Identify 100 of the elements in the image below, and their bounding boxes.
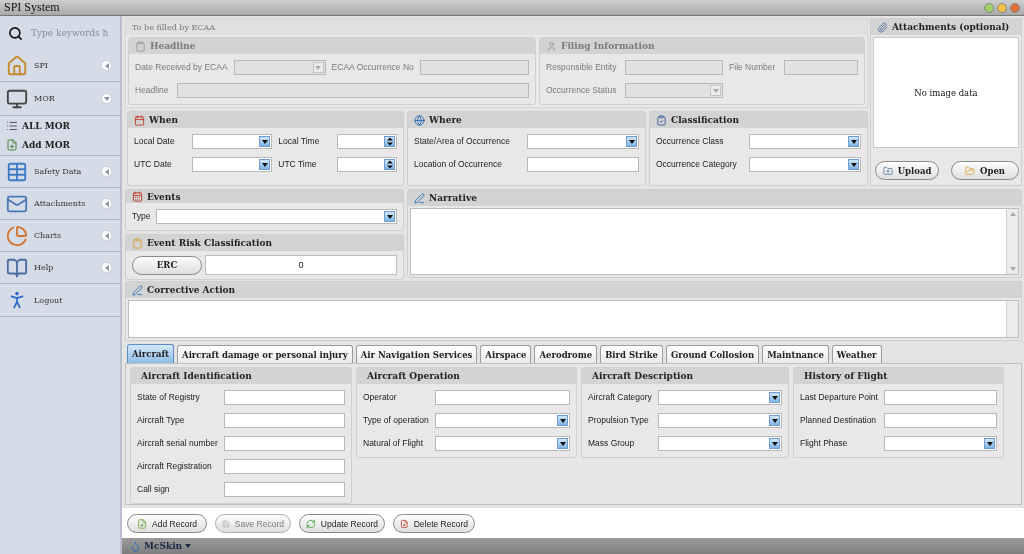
sidebar-item[interactable]: MOR (0, 82, 120, 116)
upload-button[interactable]: Upload (875, 161, 939, 180)
field-label: State/Area of Occurrence (414, 136, 511, 147)
field-label: Last Departure Point (800, 392, 878, 403)
sidebar-item[interactable]: Help (0, 252, 120, 284)
field-label: Local Time (278, 136, 321, 147)
text-field[interactable] (527, 157, 639, 172)
dropdown-arrow-icon (771, 417, 778, 424)
calendar-icon (132, 191, 143, 202)
dropdown-field[interactable] (883, 436, 997, 451)
panel-title: Event Risk Classification (147, 238, 272, 248)
tab[interactable]: Aircraft damage or personal injury (177, 345, 353, 363)
scroll-down-icon[interactable] (1009, 266, 1016, 272)
action-button[interactable]: Add Record (127, 514, 207, 533)
minimize-icon[interactable] (984, 2, 994, 13)
erc-button[interactable]: ERC (132, 255, 202, 275)
field-label: Type (132, 211, 151, 222)
value-field[interactable]: 0 (205, 255, 397, 275)
tab[interactable]: Airspace (480, 345, 532, 363)
scrollbar[interactable] (1006, 209, 1018, 274)
tab[interactable]: Maintnance (762, 345, 829, 363)
dropdown-field[interactable] (156, 209, 397, 224)
time-field[interactable] (337, 134, 397, 149)
panel-title: Corrective Action (147, 285, 236, 295)
text-field[interactable] (223, 436, 345, 451)
dropdown-field[interactable] (657, 436, 782, 451)
collapse-left-icon[interactable] (101, 262, 112, 273)
sidebar-item[interactable]: Logout (0, 284, 120, 317)
dropdown-arrow-icon (628, 138, 635, 145)
dropdown-field[interactable] (527, 134, 639, 149)
skin-menu[interactable]: McSkin (144, 541, 183, 551)
house-icon (6, 54, 28, 77)
sidebar-item[interactable]: Attachments (0, 188, 120, 220)
field-label: Occurrence Status (546, 85, 618, 96)
expand-down-icon[interactable] (101, 93, 112, 104)
text-field[interactable] (434, 390, 570, 405)
dropdown-arrow-icon (261, 161, 268, 168)
window-title: SPI System (4, 0, 60, 15)
field-label: Type of operation (363, 415, 429, 426)
text-field[interactable] (223, 390, 345, 405)
sidebar-subitem[interactable]: Add MOR (0, 135, 120, 156)
dropdown-field[interactable] (434, 413, 570, 428)
time-field[interactable] (337, 157, 397, 172)
action-button[interactable]: Delete Record (393, 514, 475, 533)
action-button[interactable]: Update Record (299, 514, 385, 533)
dropdown-field[interactable] (434, 436, 570, 451)
tab[interactable]: Bird Strike (600, 345, 663, 363)
collapse-left-icon[interactable] (101, 60, 112, 71)
panel-title: Narrative (429, 193, 477, 203)
sidebar-item[interactable]: Safety Data (0, 156, 120, 188)
search-icon[interactable] (8, 25, 23, 41)
calendar-icon (134, 114, 145, 126)
field-label: Date Received by ECAA (135, 62, 228, 73)
dropdown-field[interactable] (749, 134, 861, 149)
field-label: UTC Date (134, 159, 173, 170)
scrollbar[interactable] (1006, 301, 1018, 337)
dropdown-arrow-icon (986, 440, 993, 447)
text-field[interactable] (883, 413, 997, 428)
dropdown-field[interactable] (657, 390, 782, 405)
globe-icon (414, 114, 425, 126)
field-label: Planned Destination (800, 415, 878, 426)
text-field[interactable] (223, 413, 345, 428)
maximize-icon[interactable] (997, 2, 1007, 13)
book-icon (6, 256, 28, 279)
dropdown-arrow-icon (712, 87, 719, 94)
dropdown-field[interactable] (657, 413, 782, 428)
close-icon[interactable] (1010, 2, 1020, 13)
scroll-up-icon[interactable] (1009, 211, 1016, 217)
sidebar-item[interactable]: Charts (0, 220, 120, 252)
sidebar-item[interactable]: SPI (0, 50, 120, 82)
dropdown-arrow-icon (850, 138, 857, 145)
panel-header: Aircraft Identification (131, 368, 351, 384)
open-button[interactable]: Open (951, 161, 1019, 180)
tab[interactable]: Aircraft (127, 344, 175, 363)
tab[interactable]: Aerodrome (534, 345, 598, 363)
tab[interactable]: Ground Collosion (666, 345, 760, 363)
text-area[interactable] (410, 208, 1019, 275)
collapse-left-icon[interactable] (101, 166, 112, 177)
text-area[interactable] (128, 300, 1019, 338)
collapse-left-icon[interactable] (101, 198, 112, 209)
pen-icon (132, 284, 143, 296)
text-field[interactable] (223, 459, 345, 474)
collapse-left-icon[interactable] (101, 230, 112, 241)
text-field[interactable] (223, 482, 345, 497)
sidebar-subitem[interactable]: ALL MOR (0, 116, 120, 135)
dropdown-field[interactable] (192, 157, 273, 172)
field-label: Headline (135, 85, 170, 96)
tab[interactable]: Air Navigation Services (355, 345, 478, 363)
search-field[interactable]: Type keywords h (31, 28, 111, 38)
panel-title: Where (429, 115, 462, 125)
tab[interactable]: Weather (831, 345, 882, 363)
paperclip-icon (877, 21, 888, 33)
monitor-icon (6, 87, 28, 110)
dropdown-field[interactable] (749, 157, 861, 172)
text-field[interactable] (883, 390, 997, 405)
panel-title: Filing Information (561, 41, 655, 51)
pen-icon (414, 192, 425, 204)
panel-title: Classification (671, 115, 739, 125)
dropdown-arrow-icon (261, 138, 268, 145)
dropdown-field[interactable] (192, 134, 273, 149)
